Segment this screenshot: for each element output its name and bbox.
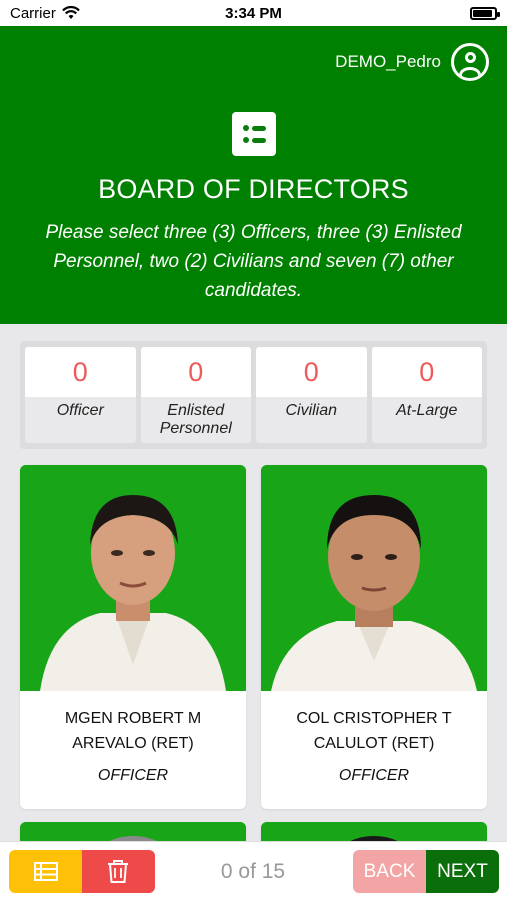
counter-label: Civilian bbox=[285, 402, 338, 419]
header: DEMO_Pedro BOARD OF DIRECTORS Please sel… bbox=[0, 26, 507, 324]
delete-button[interactable] bbox=[82, 850, 155, 893]
candidate-photo bbox=[261, 465, 487, 691]
selection-count: 0 of 15 bbox=[220, 859, 286, 883]
battery-icon bbox=[470, 6, 500, 20]
user-row[interactable]: DEMO_Pedro bbox=[335, 43, 489, 81]
counter-label: Enlisted Personnel bbox=[159, 402, 232, 437]
carrier-label: Carrier bbox=[10, 4, 56, 22]
counter-label: Officer bbox=[56, 402, 104, 419]
user-icon[interactable] bbox=[451, 43, 489, 81]
counter-value: 0 bbox=[140, 347, 251, 397]
status-bar: Carrier 3:34 PM bbox=[0, 0, 507, 26]
counter-enlisted: 0 Enlisted Personnel bbox=[140, 347, 251, 443]
back-button[interactable]: BACK bbox=[353, 850, 426, 893]
view-list-button[interactable] bbox=[9, 850, 82, 893]
candidate-card[interactable]: COL CRISTOPHER T CALULOT (RET) OFFICER bbox=[261, 465, 487, 809]
selection-counters: 0 Officer 0 Enlisted Personnel 0 Civilia… bbox=[20, 341, 487, 449]
counter-value: 0 bbox=[371, 347, 482, 397]
bottom-bar: 0 of 15 BACK NEXT bbox=[0, 841, 507, 900]
page-subtitle: Please select three (3) Officers, three … bbox=[45, 222, 462, 301]
username[interactable]: DEMO_Pedro bbox=[335, 52, 441, 72]
candidate-name: MGEN ROBERT M AREVALO (RET) bbox=[64, 710, 202, 752]
counter-civilian: 0 Civilian bbox=[256, 347, 367, 443]
candidate-photo bbox=[20, 465, 246, 691]
next-button[interactable]: NEXT bbox=[426, 850, 499, 893]
wifi-icon bbox=[62, 6, 80, 19]
status-left: Carrier bbox=[10, 5, 80, 22]
candidate-role: OFFICER bbox=[97, 767, 169, 784]
counter-value: 0 bbox=[256, 347, 367, 397]
counter-at-large: 0 At-Large bbox=[371, 347, 482, 443]
page-title: BOARD OF DIRECTORS bbox=[98, 174, 409, 204]
counter-label: At-Large bbox=[396, 402, 458, 419]
candidate-name: COL CRISTOPHER T CALULOT (RET) bbox=[296, 710, 452, 752]
trash-icon bbox=[108, 860, 128, 883]
list-icon bbox=[232, 112, 276, 156]
counter-officer: 0 Officer bbox=[25, 347, 136, 443]
list-icon bbox=[34, 862, 58, 881]
candidate-card[interactable]: MGEN ROBERT M AREVALO (RET) OFFICER bbox=[20, 465, 246, 809]
counter-value: 0 bbox=[25, 347, 136, 397]
candidate-role: OFFICER bbox=[338, 767, 410, 784]
